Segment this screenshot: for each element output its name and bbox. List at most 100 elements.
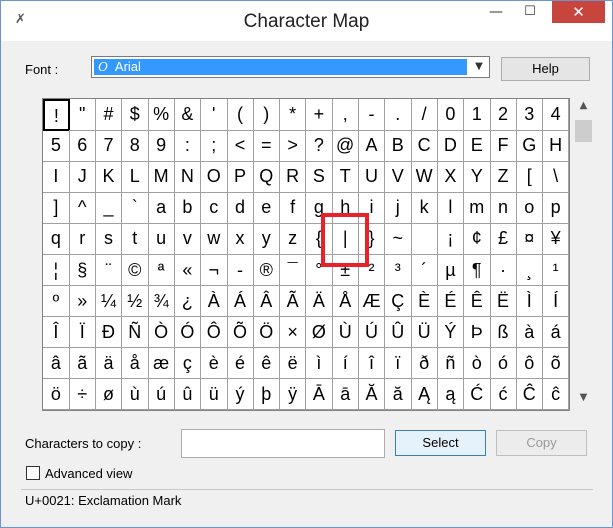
help-button[interactable]: Help — [501, 57, 590, 81]
chevron-down-icon[interactable]: ▼ — [471, 59, 487, 75]
char-cell[interactable]: - — [358, 99, 386, 131]
char-cell[interactable]: ´ — [411, 254, 438, 287]
scroll-thumb[interactable] — [575, 120, 592, 142]
char-cell[interactable]: / — [411, 99, 438, 131]
maximize-button[interactable]: ☐ — [515, 1, 545, 23]
char-cell[interactable]: ò — [463, 347, 491, 380]
char-cell[interactable]: M — [148, 161, 175, 193]
char-cell[interactable]: © — [121, 254, 149, 287]
char-cell[interactable]: ! — [43, 99, 70, 131]
char-cell[interactable]: ¯ — [279, 254, 307, 287]
grid-scrollbar[interactable]: ▲ ▼ — [573, 98, 594, 411]
char-cell[interactable]: l — [437, 192, 465, 224]
char-cell[interactable]: Õ — [227, 316, 254, 349]
char-cell[interactable]: ā — [332, 378, 360, 411]
char-cell[interactable]: Q — [253, 161, 281, 193]
char-cell[interactable]: È — [411, 285, 438, 318]
char-cell[interactable]: ¡ — [437, 223, 465, 255]
char-cell[interactable]: E — [463, 130, 491, 162]
char-cell[interactable]: V — [384, 161, 412, 193]
char-cell[interactable]: Æ — [358, 285, 386, 318]
char-cell[interactable]: W — [411, 161, 438, 193]
char-cell[interactable]: Ć — [463, 378, 491, 411]
char-cell[interactable]: 6 — [69, 130, 97, 162]
char-cell[interactable]: B — [384, 130, 412, 162]
char-cell[interactable]: m — [463, 192, 491, 224]
char-cell[interactable]: ó — [490, 347, 517, 380]
char-cell[interactable]: á — [542, 316, 570, 349]
char-cell[interactable]: # — [95, 99, 123, 131]
char-cell[interactable]: N — [174, 161, 202, 193]
char-cell[interactable]: ? — [306, 130, 333, 162]
char-cell[interactable]: Ú — [358, 316, 386, 349]
char-cell[interactable]: ' — [200, 99, 228, 131]
char-cell[interactable]: f — [279, 192, 307, 224]
char-cell[interactable]: C — [411, 130, 438, 162]
char-cell[interactable]: Û — [384, 316, 412, 349]
char-cell[interactable]: ¦ — [43, 254, 70, 287]
char-cell[interactable]: Ö — [253, 316, 281, 349]
char-cell[interactable]: e — [253, 192, 281, 224]
char-cell[interactable]: : — [174, 130, 202, 162]
char-cell[interactable]: 7 — [95, 130, 123, 162]
char-cell[interactable]: à — [516, 316, 544, 349]
char-cell[interactable]: b — [174, 192, 202, 224]
char-cell[interactable]: Å — [332, 285, 360, 318]
char-cell[interactable]: K — [95, 161, 123, 193]
char-cell[interactable]: º — [43, 285, 70, 318]
char-cell[interactable]: X — [437, 161, 465, 193]
char-cell[interactable]: ì — [306, 347, 333, 380]
char-cell[interactable]: Ù — [332, 316, 360, 349]
char-cell[interactable]: D — [437, 130, 465, 162]
char-cell[interactable]: & — [174, 99, 202, 131]
char-cell[interactable]: ¿ — [174, 285, 202, 318]
char-cell[interactable]: Ñ — [121, 316, 149, 349]
char-cell[interactable]: . — [384, 99, 412, 131]
char-cell[interactable]: Ā — [306, 378, 333, 411]
char-cell[interactable]: a — [148, 192, 175, 224]
char-cell[interactable]: 3 — [516, 99, 544, 131]
char-cell[interactable]: q — [43, 223, 70, 255]
close-button[interactable]: ✕ — [552, 1, 605, 23]
characters-to-copy-input[interactable] — [181, 429, 385, 458]
char-cell[interactable]: è — [200, 347, 228, 380]
char-cell[interactable]: 8 — [121, 130, 149, 162]
char-cell[interactable]: É — [437, 285, 465, 318]
char-cell[interactable]: ê — [253, 347, 281, 380]
char-cell[interactable]: ¶ — [463, 254, 491, 287]
char-cell[interactable]: U — [358, 161, 386, 193]
char-cell[interactable]: ¥ — [542, 223, 570, 255]
char-cell[interactable]: ÿ — [279, 378, 307, 411]
char-cell[interactable]: A — [358, 130, 386, 162]
char-cell[interactable]: Þ — [463, 316, 491, 349]
char-cell[interactable]: 2 — [490, 99, 517, 131]
char-cell[interactable]: Ý — [437, 316, 465, 349]
char-cell[interactable]: 9 — [148, 130, 175, 162]
char-cell[interactable]: ª — [148, 254, 175, 287]
char-cell[interactable]: Ô — [200, 316, 228, 349]
char-cell[interactable]: d — [227, 192, 254, 224]
advanced-view-checkbox[interactable] — [26, 466, 40, 480]
char-cell[interactable]: Ă — [358, 378, 386, 411]
char-cell[interactable]: é — [227, 347, 254, 380]
char-cell[interactable]: ¨ — [95, 254, 123, 287]
char-cell[interactable]: Ó — [174, 316, 202, 349]
char-cell[interactable]: ë — [279, 347, 307, 380]
char-cell[interactable]: z — [279, 223, 307, 255]
char-cell[interactable]: ć — [490, 378, 517, 411]
char-cell[interactable]: * — [279, 99, 307, 131]
char-cell[interactable]: â — [43, 347, 70, 380]
char-cell[interactable]: n — [490, 192, 517, 224]
char-cell[interactable]: t — [121, 223, 149, 255]
char-cell[interactable]: Ò — [148, 316, 175, 349]
char-cell[interactable]: Â — [253, 285, 281, 318]
char-cell[interactable]: ( — [227, 99, 254, 131]
char-cell[interactable]: ) — [253, 99, 281, 131]
char-cell[interactable]: ð — [411, 347, 438, 380]
select-button[interactable]: Select — [395, 430, 486, 456]
char-cell[interactable]: < — [227, 130, 254, 162]
char-cell[interactable]: 1 — [463, 99, 491, 131]
char-cell[interactable]: ü — [200, 378, 228, 411]
char-cell[interactable]: ĉ — [542, 378, 570, 411]
char-cell[interactable]: Ĉ — [516, 378, 544, 411]
